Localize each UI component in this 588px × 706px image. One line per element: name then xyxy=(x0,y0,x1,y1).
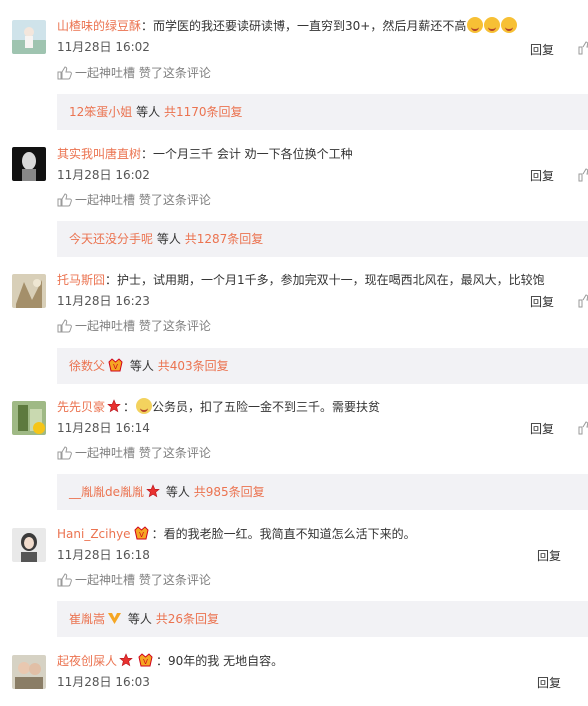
thumbs-up-icon xyxy=(578,294,588,308)
sub-reply-count[interactable]: 共26条回复 xyxy=(156,612,219,626)
comment-time: 11月28日 16:23 xyxy=(57,294,150,308)
sub-replies-box[interactable]: 崔胤嵩 等人 共26条回复 xyxy=(57,601,588,637)
comment-time: 11月28日 16:03 xyxy=(57,675,150,689)
comment-line: 山楂味的绿豆酥：而学医的我还要读研读博，一直穷到30+，然后月薪还不高 xyxy=(57,16,518,36)
avatar[interactable] xyxy=(12,147,46,181)
reply-button[interactable]: 回复 xyxy=(530,420,554,438)
liked-by-text: 一起神吐槽 赞了这条评论 xyxy=(75,319,211,333)
reply-button[interactable]: 回复 xyxy=(530,293,554,311)
comment-line: 托马斯囧：护士，试用期，一个月1千多，参加完双十一，现在喝西北风在，最风大，比较… xyxy=(57,270,545,290)
thumbs-up-icon xyxy=(57,573,72,587)
reply-button[interactable]: 回复 xyxy=(530,167,554,185)
vip-badge-icon: V xyxy=(137,653,154,673)
sub-reply-count[interactable]: 共1170条回复 xyxy=(164,105,243,119)
comment-line: 起夜创屎人 V ：90年的我 无地自容。 xyxy=(57,651,283,673)
sub-replies-box[interactable]: 12笨蛋小姐 等人 共1170条回复 xyxy=(57,94,588,130)
like-button[interactable] xyxy=(578,294,588,310)
thumbs-up-icon xyxy=(578,41,588,55)
like-button[interactable] xyxy=(578,41,588,57)
reply-button[interactable]: 回复 xyxy=(537,547,561,565)
sub-replies-box[interactable]: 今天还没分手呢 等人 共1287条回复 xyxy=(57,221,588,257)
comment-text: ：一个月三千 会计 劝一下各位换个工种 xyxy=(141,147,353,161)
comment-time: 11月28日 16:18 xyxy=(57,548,150,562)
sub-reply-people: 等人 xyxy=(165,485,190,499)
liked-by-text: 一起神吐槽 赞了这条评论 xyxy=(75,66,211,80)
avatar[interactable] xyxy=(12,274,46,308)
vip-badge-icon: V xyxy=(107,350,124,386)
reply-button[interactable]: 回复 xyxy=(530,41,554,59)
sub-reply-user[interactable]: 12笨蛋小姐 xyxy=(69,105,132,119)
svg-text:V: V xyxy=(113,363,118,371)
sub-replies-box[interactable]: 徐数父 V 等人 共403条回复 xyxy=(57,348,588,384)
liked-by-text: 一起神吐槽 赞了这条评论 xyxy=(75,193,211,207)
comment-text: 公务员，扣了五险一金不到三千。需要扶贫 xyxy=(152,400,381,414)
avatar[interactable] xyxy=(12,655,46,689)
comment-text: 看的我老脸一红。我简直不知道怎么活下来的。 xyxy=(163,527,416,541)
reply-button[interactable]: 回复 xyxy=(537,674,561,692)
sub-reply-user[interactable]: 崔胤嵩 xyxy=(69,612,105,626)
liked-by-row: 一起神吐槽 赞了这条评论 xyxy=(57,191,211,209)
username-link[interactable]: Hani_Zcihye xyxy=(57,527,131,541)
like-button[interactable] xyxy=(578,421,588,437)
comment-text: ：而学医的我还要读研读博，一直穷到30+，然后月薪还不高 xyxy=(141,19,467,33)
svg-text:V: V xyxy=(139,531,144,539)
sub-reply-user[interactable]: 今天还没分手呢 xyxy=(69,232,153,246)
star-badge-icon xyxy=(146,476,160,512)
liked-by-row: 一起神吐槽 赞了这条评论 xyxy=(57,64,211,82)
username-link[interactable]: 先先贝豪 xyxy=(57,400,105,414)
thumbs-up-icon xyxy=(57,446,72,460)
comment-line: 其实我叫唐直树：一个月三千 会计 劝一下各位换个工种 xyxy=(57,144,353,164)
sub-reply-user[interactable]: __胤胤de胤胤 xyxy=(69,485,144,499)
emoji-icon xyxy=(484,17,501,33)
thumbs-up-icon xyxy=(57,193,72,207)
svg-text:V: V xyxy=(143,658,148,666)
like-button[interactable] xyxy=(578,168,588,184)
sub-reply-count[interactable]: 共1287条回复 xyxy=(185,232,264,246)
liked-by-text: 一起神吐槽 赞了这条评论 xyxy=(75,446,211,460)
thumbs-up-icon xyxy=(57,319,72,333)
vip-badge-icon: V xyxy=(133,526,150,546)
thumbs-up-icon xyxy=(578,421,588,435)
star-badge-icon xyxy=(107,399,121,419)
emoji-icon xyxy=(136,398,153,414)
vip-badge-icon xyxy=(107,603,122,639)
liked-by-row: 一起神吐槽 赞了这条评论 xyxy=(57,317,211,335)
liked-by-row: 一起神吐槽 赞了这条评论 xyxy=(57,571,211,589)
comment-text: 90年的我 无地自容。 xyxy=(168,654,284,668)
username-link[interactable]: 托马斯囧 xyxy=(57,273,105,287)
comment-time: 11月28日 16:02 xyxy=(57,40,150,54)
sub-reply-count[interactable]: 共403条回复 xyxy=(158,359,229,373)
username-link[interactable]: 山楂味的绿豆酥 xyxy=(57,19,141,33)
sub-reply-count[interactable]: 共985条回复 xyxy=(194,485,265,499)
avatar[interactable] xyxy=(12,20,46,54)
comment-text: ：护士，试用期，一个月1千多，参加完双十一，现在喝西北风在，最风大，比较饱 xyxy=(105,273,545,287)
thumbs-up-icon xyxy=(57,66,72,80)
sub-reply-people: 等人 xyxy=(129,359,154,373)
sub-reply-people: 等人 xyxy=(156,232,181,246)
sub-reply-people: 等人 xyxy=(136,105,161,119)
star-badge-icon xyxy=(119,653,133,673)
username-link[interactable]: 起夜创屎人 xyxy=(57,654,117,668)
liked-by-text: 一起神吐槽 赞了这条评论 xyxy=(75,573,211,587)
comment-line: Hani_Zcihye V ：看的我老脸一红。我简直不知道怎么活下来的。 xyxy=(57,524,416,546)
comment-time: 11月28日 16:14 xyxy=(57,421,150,435)
sub-replies-box[interactable]: __胤胤de胤胤 等人 共985条回复 xyxy=(57,474,588,510)
thumbs-up-icon xyxy=(578,168,588,182)
username-link[interactable]: 其实我叫唐直树 xyxy=(57,147,141,161)
comment-time: 11月28日 16:02 xyxy=(57,168,150,182)
sub-reply-user[interactable]: 徐数父 xyxy=(69,359,105,373)
comment-line: 先先贝豪：公务员，扣了五险一金不到三千。需要扶贫 xyxy=(57,397,380,419)
avatar[interactable] xyxy=(12,528,46,562)
liked-by-row: 一起神吐槽 赞了这条评论 xyxy=(57,444,211,462)
sub-reply-people: 等人 xyxy=(127,612,152,626)
emoji-icon xyxy=(467,17,484,33)
avatar[interactable] xyxy=(12,401,46,435)
emoji-icon xyxy=(501,17,518,33)
